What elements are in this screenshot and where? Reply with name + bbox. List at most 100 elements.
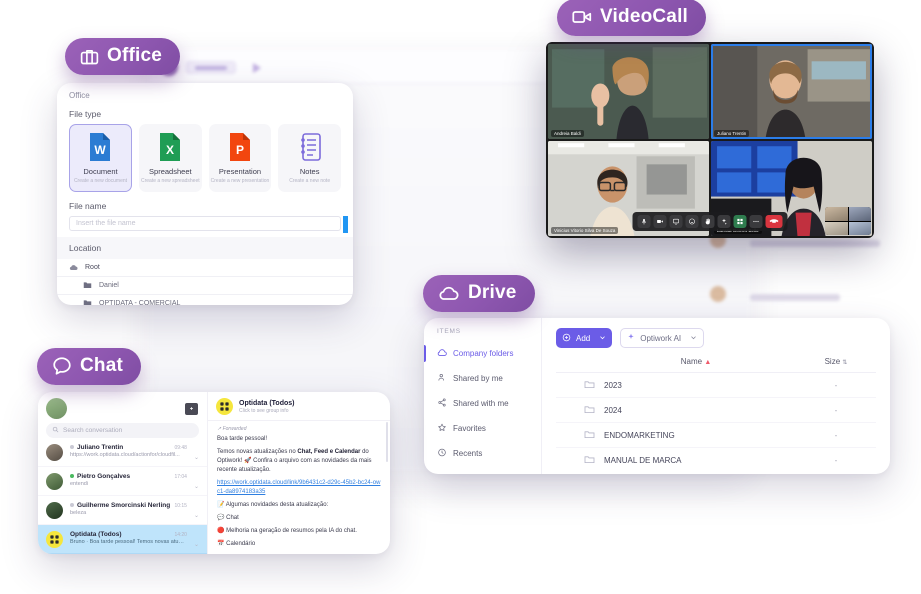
text-caret: [343, 216, 348, 233]
list-item[interactable]: Pietro Gonçalves 17:04 entendi ⌄: [38, 467, 207, 496]
table-row[interactable]: ENDOMARKETING -: [556, 423, 876, 448]
forward-arrow-icon: ↗: [217, 426, 222, 432]
table-row[interactable]: 2024 -: [556, 398, 876, 423]
location-row-comercial[interactable]: OPTIDATA - COMERCIAL: [57, 295, 353, 305]
scrollbar[interactable]: [386, 422, 388, 462]
list-item[interactable]: Juliano Trentin 09:48 https://work.optid…: [38, 438, 207, 467]
table-cell-name-label: 2024: [604, 405, 622, 415]
background-avatar: [710, 286, 726, 302]
sidebar-item-recents[interactable]: Recents: [424, 441, 541, 466]
message-link[interactable]: https://work.optidata.cloud/link/9b6431c…: [217, 479, 381, 497]
folder-icon: [584, 455, 595, 466]
self-view-thumbnail[interactable]: [825, 207, 871, 235]
folder-icon: [83, 281, 92, 291]
search-input[interactable]: Search conversation: [46, 423, 199, 438]
cloud-icon: [437, 282, 461, 304]
drive-table-header: Name ▲ Size ⇅: [556, 357, 876, 373]
folder-icon: [584, 430, 595, 441]
pip-tile: [825, 207, 848, 221]
svg-text:X: X: [166, 143, 174, 157]
badge-drive[interactable]: Drive: [423, 275, 535, 312]
new-chat-icon[interactable]: [185, 402, 198, 415]
file-type-notes[interactable]: Notes Create a new note: [278, 124, 341, 192]
folder-icon: [83, 299, 92, 305]
reaction-icon[interactable]: [685, 215, 699, 228]
column-header-name[interactable]: Name ▲: [556, 357, 796, 366]
list-item[interactable]: Optidata (Todos) 14:20 Bruno · Boa tarde…: [38, 525, 207, 554]
conversation-name: Guilherme Smorcinski Nerling: [77, 502, 171, 509]
participant-tile[interactable]: Andreia Baldi: [548, 44, 709, 139]
sidebar-item-shared-by-me[interactable]: Shared by me: [424, 366, 541, 391]
chat-messages: ↗ Forwarded Boa tarde pessoal! Temos nov…: [208, 421, 390, 554]
avatar: [46, 502, 63, 519]
chevron-down-icon[interactable]: ⌄: [194, 541, 199, 548]
badge-office[interactable]: Office: [65, 38, 181, 75]
svg-text:W: W: [95, 143, 107, 157]
table-cell-size: -: [834, 456, 838, 465]
microphone-icon[interactable]: [637, 215, 651, 228]
file-type-spreadsheet[interactable]: X Spreadsheet Create a new spreadsheet: [138, 124, 202, 192]
group-avatar-icon: [216, 398, 233, 415]
badge-chat[interactable]: Chat: [37, 348, 142, 385]
location-row-daniel[interactable]: Daniel: [57, 277, 353, 295]
badge-drive-label: Drive: [468, 282, 517, 303]
file-name-label: File name: [69, 201, 107, 211]
effects-icon[interactable]: [717, 215, 731, 228]
optiwork-ai-button[interactable]: Optiwork AI: [620, 328, 705, 348]
badge-videocall-label: VideoCall: [600, 6, 689, 27]
raise-hand-icon[interactable]: [701, 215, 715, 228]
file-type-document[interactable]: W Document Create a new document: [69, 124, 132, 192]
file-type-presentation[interactable]: P Presentation Create a new presentation: [208, 124, 272, 192]
videocall-controls: [632, 212, 788, 231]
office-panel: Office File type W Document Create a new…: [57, 83, 353, 305]
sidebar-item-label: Company folders: [453, 349, 514, 358]
add-button[interactable]: Add: [556, 328, 613, 348]
sidebar-item-shared-with-me[interactable]: Shared with me: [424, 391, 541, 416]
share-nodes-icon: [437, 398, 447, 409]
list-item[interactable]: Guilherme Smorcinski Nerling 10:15 belez…: [38, 496, 207, 525]
more-options-icon[interactable]: [749, 215, 763, 228]
participant-tile[interactable]: Juliano Trentin: [711, 44, 872, 139]
pip-tile: [848, 207, 871, 221]
file-type-sub: Create a new spreadsheet: [140, 177, 200, 184]
avatar[interactable]: [46, 398, 67, 419]
table-cell-name: ENDOMARKETING: [556, 430, 796, 441]
chevron-down-icon[interactable]: ⌄: [194, 483, 199, 490]
folder-icon: [584, 380, 595, 391]
avatar: [46, 444, 63, 461]
column-header-size[interactable]: Size ⇅: [796, 357, 876, 366]
camera-icon[interactable]: [653, 215, 667, 228]
sidebar-item-favorites[interactable]: Favorites: [424, 416, 541, 441]
file-type-options: W Document Create a new document X Sprea…: [57, 124, 353, 192]
drive-main: Add Optiwork AI Name ▲ Size ⇅ 2023 - 202…: [542, 318, 890, 474]
sparkle-icon: [627, 333, 635, 343]
cloud-icon: [69, 263, 78, 273]
presence-indicator: [70, 474, 74, 478]
grid-view-icon[interactable]: [733, 215, 747, 228]
chat-sidebar-top: [38, 392, 207, 423]
sidebar-item-label: Recents: [453, 449, 483, 458]
column-header-size-label: Size: [824, 357, 841, 366]
location-row-root[interactable]: Root: [57, 259, 353, 277]
chat-panel: Search conversation Juliano Trentin 09:4…: [38, 392, 390, 554]
end-call-icon[interactable]: [765, 215, 783, 228]
location-name: Daniel: [99, 282, 119, 289]
plus-circle-icon: [562, 333, 571, 344]
chevron-down-icon[interactable]: ⌄: [194, 512, 199, 519]
badge-chat-label: Chat: [80, 355, 124, 376]
table-cell-size: -: [834, 430, 838, 440]
sidebar-item-company-folders[interactable]: Company folders: [424, 341, 541, 366]
table-row[interactable]: MANUAL DE MARCA -: [556, 448, 876, 473]
table-row[interactable]: 2023 -: [556, 373, 876, 398]
chat-thread-header[interactable]: Optidata (Todos) Click to see group info: [208, 392, 390, 421]
screen-share-icon[interactable]: [669, 215, 683, 228]
table-cell-size: -: [834, 405, 838, 415]
badge-videocall[interactable]: VideoCall: [557, 0, 707, 36]
conversation-name: Pietro Gonçalves: [77, 473, 131, 480]
chevron-down-icon[interactable]: ⌄: [194, 454, 199, 461]
sidebar-item-deleted-items[interactable]: Deleted items: [424, 466, 541, 474]
participant-name: Vinicius Vitorio Silva De Souza: [551, 227, 619, 234]
file-name-input[interactable]: Insert the file name: [69, 216, 348, 233]
videocall-panel: Andreia Baldi Juliano Trentin Vinicius V…: [546, 42, 874, 238]
column-header-name-label: Name: [680, 357, 703, 366]
